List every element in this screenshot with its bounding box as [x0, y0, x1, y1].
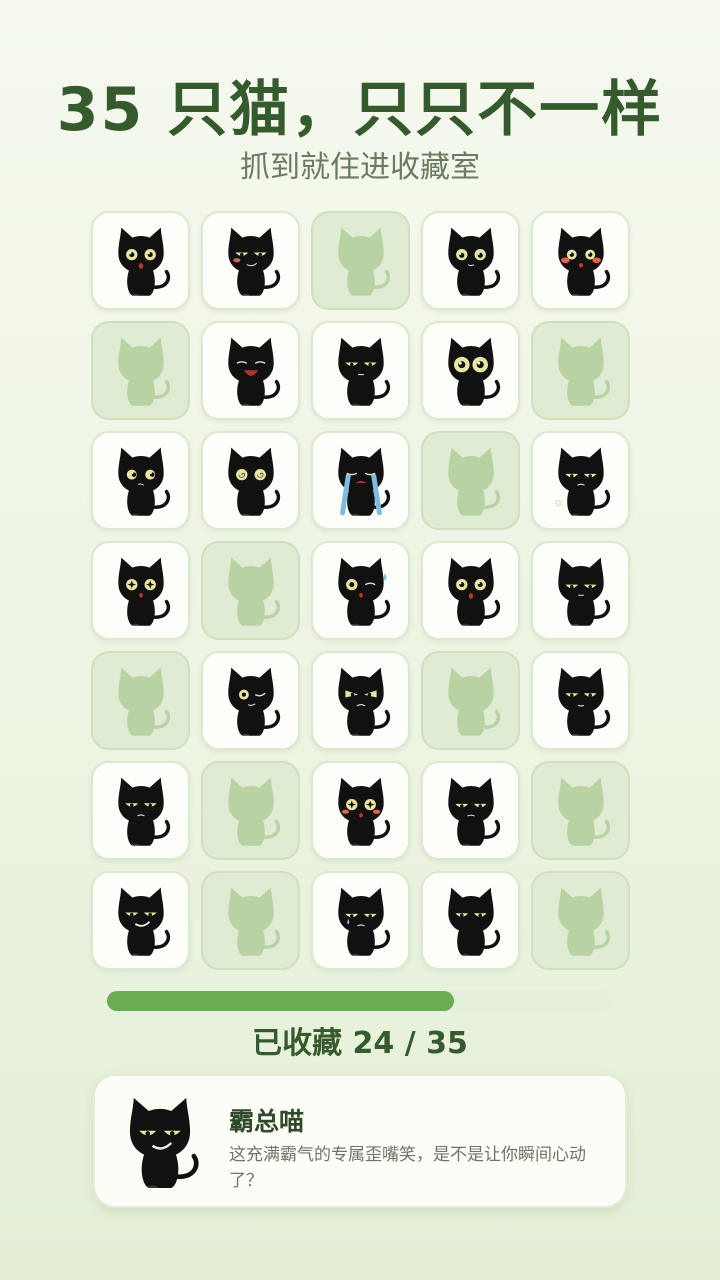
cat-silhouette-icon: [227, 777, 280, 846]
cat-tile[interactable]: [91, 431, 190, 530]
cat-tile[interactable]: [91, 211, 190, 310]
cat-icon: [554, 447, 610, 518]
cat-tile[interactable]: [311, 871, 410, 970]
cat-icon: [447, 227, 500, 298]
locked-cat-tile[interactable]: [531, 321, 630, 420]
cat-icon: [337, 557, 390, 628]
cat-icon: [447, 887, 500, 958]
cat-icon: [117, 887, 170, 958]
cat-tile[interactable]: [421, 321, 520, 420]
featured-cat-name: 霸总喵: [229, 1107, 305, 1136]
cat-tile[interactable]: [201, 431, 300, 530]
cat-tile[interactable]: [531, 651, 630, 750]
cat-tile[interactable]: [91, 541, 190, 640]
cat-tile[interactable]: [311, 761, 410, 860]
cat-tile[interactable]: [421, 871, 520, 970]
cat-icon: [117, 447, 170, 518]
locked-cat-tile[interactable]: [201, 871, 300, 970]
cat-icon: [117, 777, 170, 848]
cat-silhouette-icon: [227, 887, 280, 956]
locked-cat-tile[interactable]: [91, 321, 190, 420]
cat-icon: [227, 337, 280, 408]
progress-bar: [107, 991, 613, 1011]
cat-icon: [117, 227, 170, 298]
cat-tile[interactable]: [421, 541, 520, 640]
cat-tile[interactable]: [311, 431, 410, 530]
cat-tile[interactable]: [531, 541, 630, 640]
cat-silhouette-icon: [447, 447, 500, 516]
cat-icon: [337, 667, 390, 738]
cat-silhouette-icon: [557, 887, 610, 956]
cat-silhouette-icon: [227, 557, 280, 626]
cat-icon: [227, 667, 280, 738]
progress-bar-fill: [107, 991, 454, 1011]
progress-label: 已收藏 24 / 35: [252, 1026, 468, 1061]
cat-icon: [557, 557, 610, 628]
cat-icon: [447, 557, 500, 628]
locked-cat-tile[interactable]: [91, 651, 190, 750]
locked-cat-tile[interactable]: [531, 761, 630, 860]
cat-tile[interactable]: [421, 211, 520, 310]
featured-cat-description: 这充满霸气的专属歪嘴笑，是不是让你瞬间心动了？: [229, 1145, 586, 1191]
cat-icon: [337, 447, 390, 518]
cat-silhouette-icon: [557, 777, 610, 846]
cat-collection-grid: [91, 211, 630, 970]
locked-cat-tile[interactable]: [201, 761, 300, 860]
featured-cat-icon: [129, 1097, 199, 1191]
cat-tile[interactable]: [531, 211, 630, 310]
page-subtitle: 抓到就住进收藏室: [240, 150, 480, 185]
cat-icon: [337, 887, 390, 958]
locked-cat-tile[interactable]: [531, 871, 630, 970]
locked-cat-tile[interactable]: [421, 651, 520, 750]
cat-tile[interactable]: [201, 211, 300, 310]
cat-icon: [557, 667, 610, 738]
cat-tile[interactable]: [311, 321, 410, 420]
cat-icon: [117, 557, 170, 628]
cat-icon: [447, 777, 500, 848]
cat-icon: [337, 777, 390, 848]
cat-silhouette-icon: [117, 337, 170, 406]
cat-silhouette-icon: [557, 337, 610, 406]
locked-cat-tile[interactable]: [421, 431, 520, 530]
cat-tile[interactable]: [201, 651, 300, 750]
cat-tile[interactable]: [91, 761, 190, 860]
cat-silhouette-icon: [447, 667, 500, 736]
cat-icon: [337, 337, 390, 408]
locked-cat-tile[interactable]: [201, 541, 300, 640]
cat-icon: [447, 337, 500, 408]
cat-icon: [227, 447, 280, 518]
cat-tile[interactable]: [311, 541, 410, 640]
featured-cat-card[interactable]: 霸总喵 这充满霸气的专属歪嘴笑，是不是让你瞬间心动了？: [93, 1074, 627, 1208]
cat-tile[interactable]: [91, 871, 190, 970]
cat-tile[interactable]: [531, 431, 630, 530]
cat-silhouette-icon: [337, 227, 390, 296]
page-title: 35 只猫，只只不一样: [56, 75, 664, 145]
cat-tile[interactable]: [421, 761, 520, 860]
cat-icon: [557, 227, 610, 298]
locked-cat-tile[interactable]: [311, 211, 410, 310]
cat-tile[interactable]: [311, 651, 410, 750]
cat-icon: [227, 227, 280, 298]
cat-tile[interactable]: [201, 321, 300, 420]
cat-silhouette-icon: [117, 667, 170, 736]
